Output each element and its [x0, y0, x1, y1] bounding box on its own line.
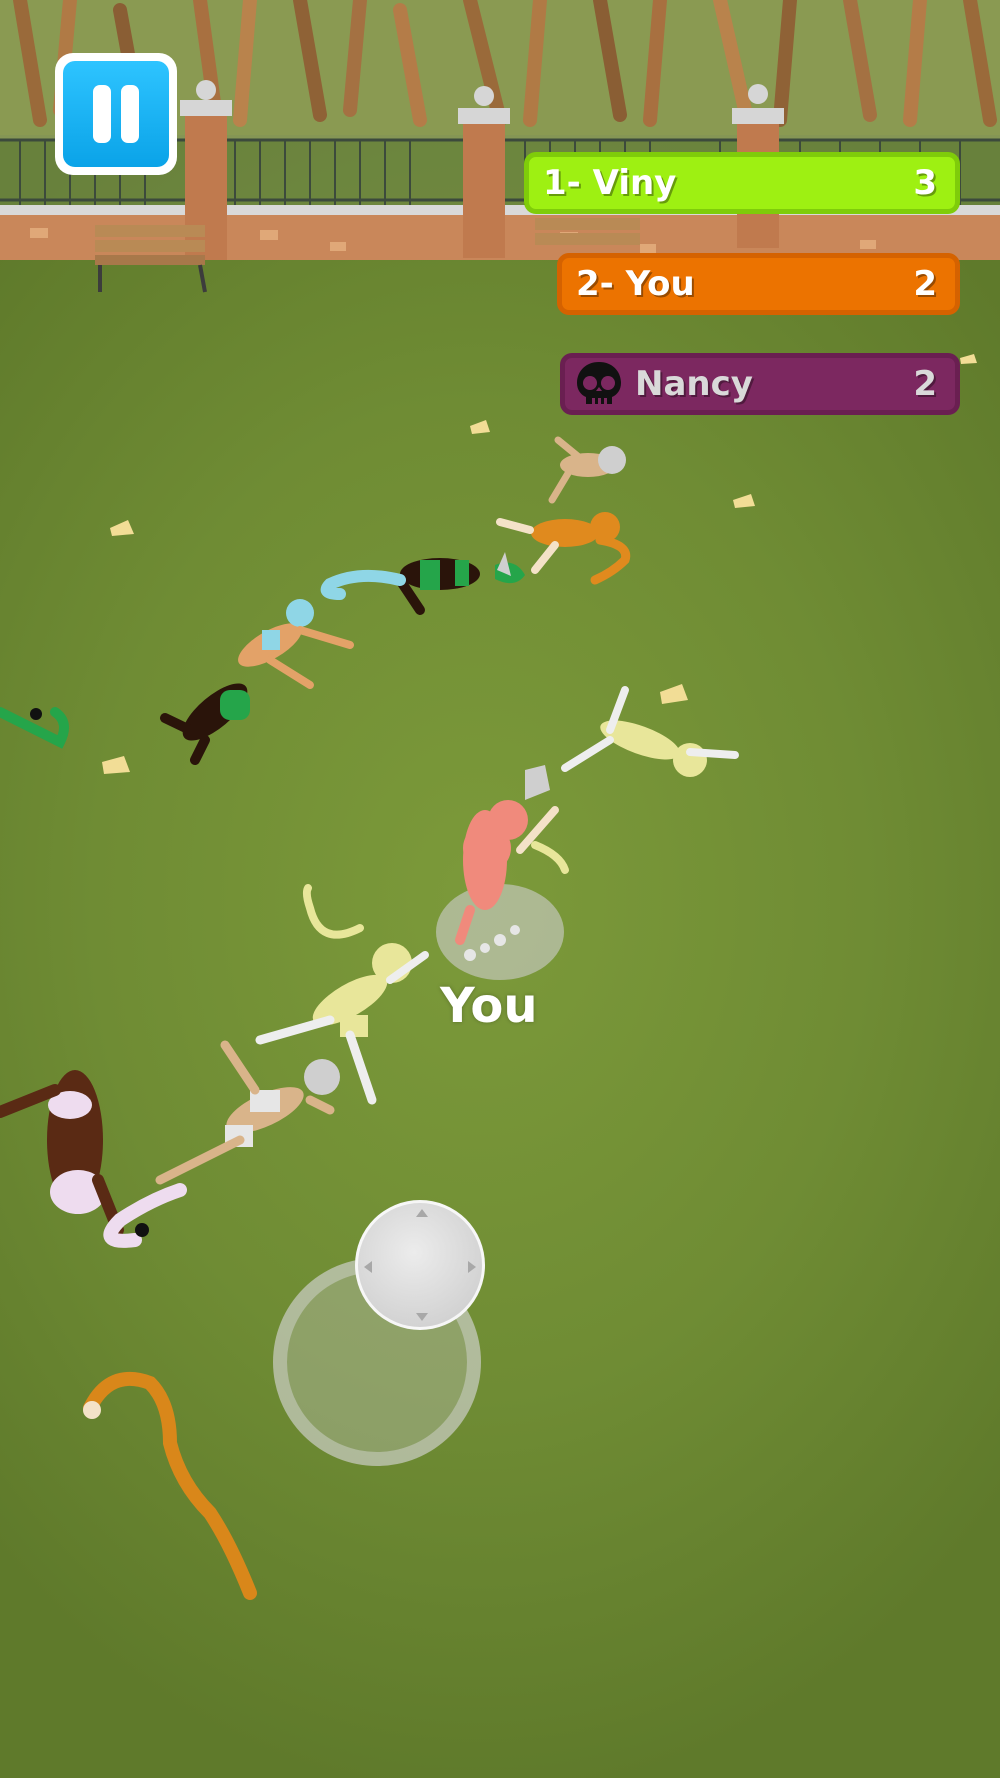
- player-name-label: You: [440, 978, 538, 1034]
- arrow-down-icon: [416, 1313, 428, 1321]
- leaderboard-row-1: 1- Viny 3: [524, 152, 960, 214]
- ragdoll-brown-pink: [0, 1070, 187, 1248]
- ragdoll-green-tail: [0, 707, 69, 749]
- ragdoll-yellow-right: [561, 686, 739, 777]
- pause-button[interactable]: [55, 53, 177, 175]
- leaderboard-row-eliminated: Nancy 2: [560, 353, 960, 415]
- leaderboard-score: 2: [913, 364, 937, 404]
- ragdoll-cyan: [238, 599, 354, 689]
- arrow-up-icon: [416, 1209, 428, 1217]
- leaderboard-name: 1- Viny: [543, 163, 677, 203]
- leaderboard-name: Nancy: [635, 364, 753, 404]
- leaderboard-score: 3: [913, 163, 937, 203]
- joystick-icon[interactable]: [355, 1200, 485, 1330]
- ragdoll-dark-green: [160, 683, 250, 765]
- ragdoll-grey-tan: [155, 1040, 340, 1185]
- player-character: [436, 765, 569, 980]
- ragdoll-green-black: [320, 552, 525, 615]
- leaderboard-row-2: 2- You 2: [557, 253, 960, 315]
- ragdoll-yellow-left: [255, 884, 429, 1105]
- orange-tail: [83, 1372, 257, 1600]
- pause-icon: [63, 61, 169, 167]
- leaderboard-score: 2: [913, 264, 937, 304]
- leaderboard-name: 2- You: [576, 264, 695, 304]
- arrow-left-icon: [364, 1261, 372, 1273]
- arrow-right-icon: [468, 1261, 476, 1273]
- ragdoll-grey: [548, 436, 626, 504]
- skull-icon: [577, 362, 621, 404]
